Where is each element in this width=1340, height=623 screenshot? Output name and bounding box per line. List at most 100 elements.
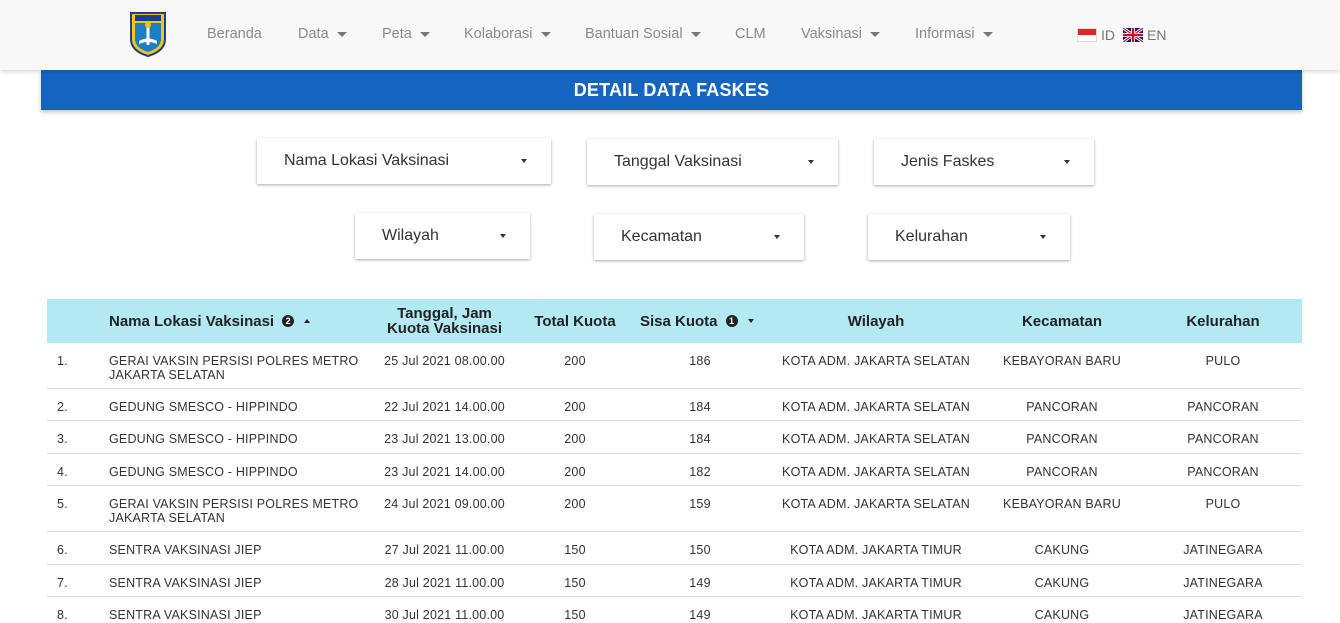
cell-total-kuota: 150 xyxy=(564,543,586,557)
cell-kelurahan: PULO xyxy=(1205,354,1241,368)
col-tanggal-label-line1: Tanggal, Jam xyxy=(397,305,492,322)
table-row[interactable]: 5. GERAI VAKSIN PERSISI POLRES METRO JAKAR… xyxy=(47,486,1302,532)
cell-nama-lokasi: GEDUNG SMESCO - HIPPINDO xyxy=(109,400,369,414)
lang-id-button[interactable]: ID xyxy=(1077,27,1115,43)
cell-kelurahan: PULO xyxy=(1205,497,1241,511)
table-row[interactable]: 4. GEDUNG SMESCO - HIPPINDO 23 Jul 2021 14… xyxy=(47,454,1302,486)
table-row[interactable]: 7. SENTRA VAKSINASI JIEP 28 Jul 2021 11.00… xyxy=(47,565,1302,597)
filter-wilayah-select[interactable]: Wilayah xyxy=(355,213,530,259)
cell-total-kuota: 150 xyxy=(564,608,586,622)
page-title: DETAIL DATA FASKES xyxy=(573,79,770,100)
cell-kelurahan: JATINEGARA xyxy=(1183,576,1263,590)
col-sisa-kuota-header[interactable]: Sisa Kuota 1 xyxy=(640,299,754,343)
cell-total-kuota: 200 xyxy=(564,465,586,479)
cell-no: 3. xyxy=(57,432,68,446)
cell-total-kuota: 200 xyxy=(564,400,586,414)
filter-tanggal-label: Tanggal Vaksinasi xyxy=(614,153,742,170)
sort-order-badge: 2 xyxy=(282,315,295,327)
page-title-bar: DETAIL DATA FASKES xyxy=(41,70,1302,110)
nav-kolaborasi[interactable]: Kolaborasi xyxy=(464,26,551,42)
cell-nama-lokasi-line1: GEDUNG SMESCO - HIPPINDO xyxy=(109,400,298,414)
filter-kecamatan-select[interactable]: Kecamatan xyxy=(594,214,804,260)
cell-tanggal: 25 Jul 2021 08.00.00 xyxy=(384,354,505,368)
cell-nama-lokasi-line1: SENTRA VAKSINASI JIEP xyxy=(109,576,262,590)
sort-asc-icon xyxy=(304,319,311,323)
uk-flag-icon xyxy=(1122,26,1144,44)
nav-data-label: Data xyxy=(298,26,329,42)
nav-peta-label: Peta xyxy=(382,26,412,42)
cell-tanggal: 22 Jul 2021 14.00.00 xyxy=(384,400,505,414)
chevron-down-icon xyxy=(419,32,430,37)
cell-total-kuota: 200 xyxy=(564,497,586,511)
nav-clm[interactable]: CLM xyxy=(735,26,766,42)
table-row[interactable]: 3. GEDUNG SMESCO - HIPPINDO 23 Jul 2021 13… xyxy=(47,421,1302,454)
cell-kecamatan: PANCORAN xyxy=(1026,432,1098,446)
col-total-kuota-label: Total Kuota xyxy=(534,312,616,330)
cell-nama-lokasi: GEDUNG SMESCO - HIPPINDO xyxy=(109,465,369,479)
dropdown-arrow-icon xyxy=(500,234,506,238)
cell-no: 5. xyxy=(57,497,68,511)
filter-kecamatan-label: Kecamatan xyxy=(621,228,702,245)
cell-nama-lokasi: SENTRA VAKSINASI JIEP xyxy=(109,608,369,622)
chevron-down-icon xyxy=(869,32,880,37)
filter-nama-lokasi-label: Nama Lokasi Vaksinasi xyxy=(284,152,450,169)
cell-kecamatan: KEBAYORAN BARU xyxy=(1003,354,1121,368)
col-nama-lokasi-header[interactable]: Nama Lokasi Vaksinasi 2 xyxy=(109,299,311,343)
cell-nama-lokasi-line1: SENTRA VAKSINASI JIEP xyxy=(109,608,262,622)
table-row[interactable]: 1. GERAI VAKSIN PERSISI POLRES METRO JAKAR… xyxy=(47,343,1302,389)
table-body: 1. GERAI VAKSIN PERSISI POLRES METRO JAKAR… xyxy=(47,343,1302,623)
chevron-down-icon xyxy=(540,32,551,37)
nav-data[interactable]: Data xyxy=(298,26,347,42)
dropdown-arrow-icon xyxy=(808,160,814,164)
cell-tanggal: 23 Jul 2021 13.00.00 xyxy=(384,432,505,446)
cell-no: 4. xyxy=(57,465,68,479)
cell-total-kuota: 150 xyxy=(564,576,586,590)
cell-no: 7. xyxy=(57,576,68,590)
col-kelurahan-header[interactable]: Kelurahan xyxy=(1162,299,1284,343)
table-row[interactable]: 8. SENTRA VAKSINASI JIEP 30 Jul 2021 11.00… xyxy=(47,597,1302,623)
col-total-kuota-header[interactable]: Total Kuota xyxy=(525,299,625,343)
table-row[interactable]: 6. SENTRA VAKSINASI JIEP 27 Jul 2021 11.00… xyxy=(47,532,1302,565)
faskes-table: Nama Lokasi Vaksinasi 2 Tanggal, Jam Kuo… xyxy=(47,299,1302,623)
cell-kecamatan: CAKUNG xyxy=(1034,576,1090,590)
cell-nama-lokasi-line1: GERAI VAKSIN PERSISI POLRES METRO xyxy=(109,497,359,511)
cell-wilayah: KOTA ADM. JAKARTA SELATAN xyxy=(782,497,970,511)
nav-bantuan-sosial[interactable]: Bantuan Sosial xyxy=(585,26,701,42)
dropdown-arrow-icon xyxy=(1040,235,1046,239)
col-kecamatan-header[interactable]: Kecamatan xyxy=(992,299,1132,343)
cell-kelurahan: JATINEGARA xyxy=(1183,608,1263,622)
col-wilayah-header[interactable]: Wilayah xyxy=(776,299,976,343)
cell-tanggal: 23 Jul 2021 14.00.00 xyxy=(384,465,505,479)
nav-informasi[interactable]: Informasi xyxy=(915,26,993,42)
cell-tanggal: 30 Jul 2021 11.00.00 xyxy=(384,608,505,622)
col-tanggal-header[interactable]: Tanggal, Jam Kuota Vaksinasi xyxy=(372,299,517,343)
cell-kecamatan: PANCORAN xyxy=(1026,400,1098,414)
col-sisa-kuota-label: Sisa Kuota xyxy=(640,312,718,330)
cell-wilayah: KOTA ADM. JAKARTA SELATAN xyxy=(782,465,970,479)
nav-peta[interactable]: Peta xyxy=(382,26,430,42)
nav-beranda[interactable]: Beranda xyxy=(207,26,262,42)
cell-nama-lokasi-line2: JAKARTA SELATAN xyxy=(109,368,226,382)
filter-tanggal-select[interactable]: Tanggal Vaksinasi xyxy=(587,139,838,185)
table-row[interactable]: 2. GEDUNG SMESCO - HIPPINDO 22 Jul 2021 14… xyxy=(47,389,1302,421)
navbar: Beranda Data Peta Kolaborasi Bantuan Sos… xyxy=(0,0,1340,70)
chevron-down-icon xyxy=(690,32,701,37)
cell-wilayah: KOTA ADM. JAKARTA SELATAN xyxy=(782,354,970,368)
filter-jenis-faskes-select[interactable]: Jenis Faskes xyxy=(874,139,1094,185)
col-kecamatan-label: Kecamatan xyxy=(1021,312,1103,330)
nav-kolaborasi-label: Kolaborasi xyxy=(464,26,533,42)
filter-nama-lokasi-select[interactable]: Nama Lokasi Vaksinasi xyxy=(257,138,551,184)
nav-informasi-label: Informasi xyxy=(915,26,975,42)
filter-kelurahan-select[interactable]: Kelurahan xyxy=(868,214,1070,260)
lang-en-button[interactable]: EN xyxy=(1122,26,1166,44)
sort-order-badge: 1 xyxy=(725,315,738,327)
jakarta-logo-icon[interactable] xyxy=(129,11,167,58)
cell-kecamatan: CAKUNG xyxy=(1034,543,1090,557)
cell-sisa-kuota: 149 xyxy=(689,576,711,590)
cell-kelurahan: JATINEGARA xyxy=(1183,543,1263,557)
cell-sisa-kuota: 182 xyxy=(689,465,711,479)
nav-clm-label: CLM xyxy=(735,26,766,42)
cell-kecamatan: CAKUNG xyxy=(1034,608,1090,622)
nav-vaksinasi[interactable]: Vaksinasi xyxy=(801,26,880,42)
cell-nama-lokasi-line2: JAKARTA SELATAN xyxy=(109,511,226,525)
